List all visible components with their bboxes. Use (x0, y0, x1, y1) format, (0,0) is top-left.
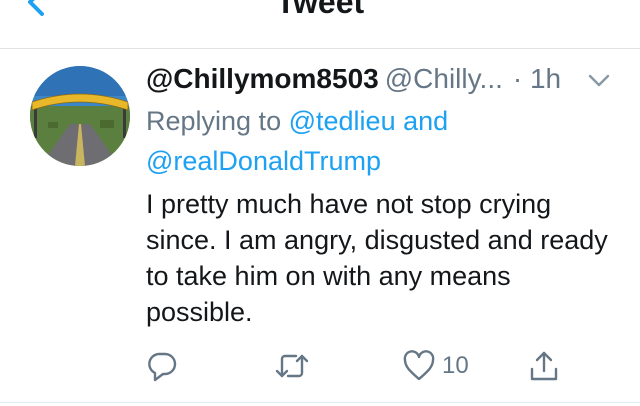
tweet-header: @Chillymom8503 @Chilly... · 1h (146, 62, 561, 96)
navigation-bar: Tweet (0, 0, 640, 49)
divider (0, 402, 640, 403)
display-name[interactable]: @Chillymom8503 (146, 63, 379, 94)
tweet-text: I pretty much have not stop crying since… (146, 189, 608, 327)
like-button[interactable]: 10 (402, 348, 469, 384)
avatar-photo (30, 66, 130, 166)
user-handle[interactable]: @Chilly... (385, 63, 503, 94)
avatar[interactable] (30, 66, 130, 166)
share-button[interactable] (528, 348, 560, 384)
replying-to-line-2: @realDonaldTrump (146, 144, 606, 178)
retweet-button[interactable] (274, 348, 310, 384)
share-icon (530, 351, 558, 381)
like-count: 10 (442, 352, 469, 379)
timestamp: · 1h (512, 63, 562, 94)
retweet-icon (275, 354, 309, 378)
heart-icon (403, 350, 435, 381)
page-title: Tweet (275, 0, 365, 20)
replying-prefix: Replying to (146, 106, 282, 136)
replying-to-line: Replying to @tedlieu and (146, 104, 606, 138)
reply-icon (148, 352, 177, 382)
chevron-down-icon[interactable] (588, 74, 610, 88)
mention-link[interactable]: @realDonaldTrump (146, 146, 381, 176)
mention-link[interactable]: @tedlieu (289, 106, 396, 136)
reply-button[interactable] (146, 348, 178, 384)
replying-conjunction: and (403, 106, 449, 136)
